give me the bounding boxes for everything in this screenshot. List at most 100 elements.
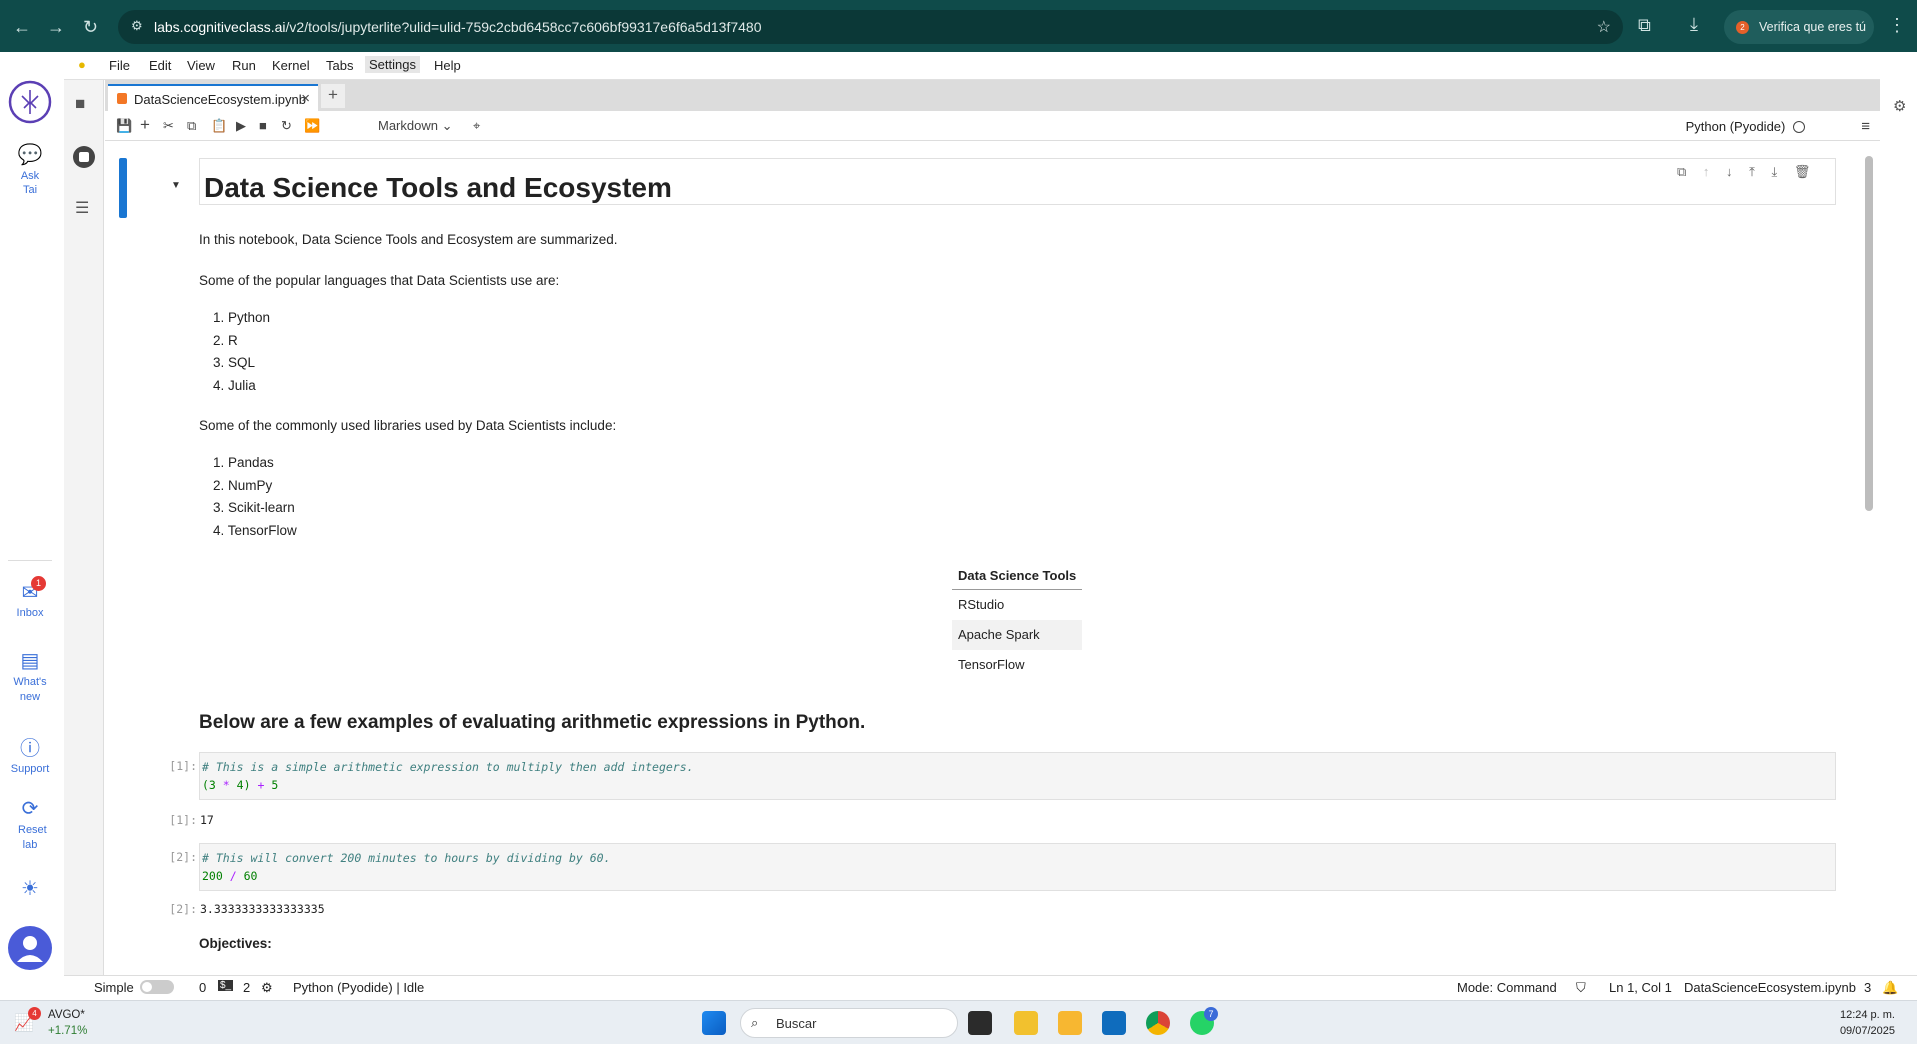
clock-time[interactable]: 12:24 p. m. (1840, 1009, 1895, 1021)
code-cell-1[interactable]: # This is a simple arithmetic expression… (199, 752, 1836, 800)
hamburger-menu-icon[interactable]: ≡ (1861, 118, 1870, 135)
save-icon[interactable]: 💾 (116, 118, 132, 134)
tab-notebook[interactable]: DataScienceEcosystem.ipynb × (108, 84, 318, 111)
inbox-badge: 1 (31, 576, 46, 591)
stop-icon[interactable]: ■ (259, 118, 267, 133)
libraries-intro: Some of the commonly used libraries used… (199, 418, 617, 433)
mode-indicator: Mode: Command (1457, 980, 1557, 995)
collapse-caret-icon[interactable]: ▼ (171, 180, 181, 191)
code-cell-2[interactable]: # This will convert 200 minutes to hours… (199, 843, 1836, 891)
reset-icon: ⟳ (21, 798, 39, 820)
support-button[interactable]: ⓘ Support (0, 732, 60, 775)
ask-tai-button[interactable]: 💬 Ask Tai (0, 142, 60, 197)
cursor-position[interactable]: Ln 1, Col 1 (1609, 980, 1672, 995)
menu-help[interactable]: Help (434, 58, 461, 73)
cell-type-select[interactable]: Markdown ⌄ (378, 118, 453, 134)
reload-icon[interactable]: ↻ (83, 17, 98, 38)
paste-icon[interactable]: 📋 (211, 118, 227, 134)
windows-taskbar: 📈 4 AVGO* +1.71% ⌕ Buscar 7 12:24 p. m. … (0, 1000, 1917, 1044)
list-item: 4. Julia (213, 377, 256, 393)
url-text[interactable]: labs.cognitiveclass.ai/v2/tools/jupyterl… (154, 19, 762, 35)
profile-verify-button[interactable]: 2 Verifica que eres tú (1724, 10, 1874, 44)
menu-file[interactable]: File (109, 58, 130, 73)
help-circle-icon: ⓘ (20, 738, 40, 760)
back-icon[interactable]: ← (13, 17, 31, 38)
run-icon[interactable]: ▶ (236, 118, 246, 134)
newspaper-icon: ▤ (20, 650, 40, 672)
property-inspector-icon[interactable]: ⚙ (1893, 97, 1906, 115)
theme-toggle[interactable]: ☀ (0, 876, 60, 903)
kernel-status[interactable]: Python (Pyodide) | Idle (293, 980, 424, 995)
reset-lab-button[interactable]: ⟳ Reset lab (0, 796, 60, 853)
download-icon[interactable]: ⤓ (1690, 14, 1698, 35)
cell-output: 17 (200, 813, 214, 827)
browser-chrome: ← → ↻ ⚙ labs.cognitiveclass.ai/v2/tools/… (0, 0, 1917, 52)
bookmark-star-icon[interactable]: ☆ (1597, 17, 1611, 37)
duplicate-icon[interactable]: ⧉ (1677, 164, 1686, 179)
status-bar: Simple 0 $_ 2 ⚙ Python (Pyodide) | Idle … (64, 975, 1917, 997)
site-info-icon[interactable]: ⚙ (131, 18, 143, 34)
outlook-icon[interactable] (1102, 1011, 1126, 1035)
move-down-icon[interactable]: ↓ (1726, 164, 1733, 179)
file-explorer-icon[interactable] (1058, 1011, 1082, 1035)
chrome-icon[interactable] (1146, 1011, 1170, 1035)
menu-settings[interactable]: Settings (365, 56, 420, 73)
run-all-icon[interactable]: ⏩ (304, 118, 320, 134)
lightbulb-icon[interactable]: ● (78, 57, 86, 72)
kernel-gear-icon[interactable]: ⚙ (261, 980, 273, 996)
cell-toolbar: ⧉ ↑ ↓ ⤒ ⤓ 🗑 (1677, 164, 1810, 180)
location-icon[interactable]: ⌖ (473, 118, 480, 134)
chevron-down-icon: ⌄ (441, 118, 453, 133)
insert-cell-icon[interactable]: + (140, 115, 150, 135)
menu-kernel[interactable]: Kernel (272, 58, 310, 73)
list-item: 4. TensorFlow (213, 522, 297, 538)
insert-above-icon[interactable]: ⤒ (1749, 164, 1755, 179)
scrollbar[interactable] (1865, 148, 1873, 966)
insert-below-icon[interactable]: ⤓ (1772, 164, 1778, 179)
status-filename: DataScienceEcosystem.ipynb (1684, 980, 1856, 995)
scroll-thumb[interactable] (1865, 156, 1873, 511)
stock-badge: 4 (28, 1007, 41, 1020)
whats-new-button[interactable]: ▤ What's new (0, 648, 60, 705)
avatar[interactable] (8, 926, 52, 970)
table-of-contents-icon[interactable]: ☰ (75, 198, 89, 218)
objectives-heading: Objectives: (199, 936, 272, 951)
notebook-toolbar: 💾 + ✂ ⧉ 📋 ▶ ■ ↻ ⏩ Markdown ⌄ ⌖ Python (P… (105, 111, 1880, 141)
table-header: Data Science Tools (952, 562, 1083, 590)
sticky-notes-icon[interactable] (1014, 1011, 1038, 1035)
folder-icon[interactable]: ■ (75, 94, 85, 114)
close-tab-icon[interactable]: × (301, 90, 310, 107)
menubar: ● File Edit View Run Kernel Tabs Setting… (64, 52, 1880, 80)
clock-date[interactable]: 09/07/2025 (1840, 1025, 1895, 1037)
kernel-name[interactable]: Python (Pyodide) (1686, 119, 1805, 134)
forward-icon[interactable]: → (47, 17, 65, 38)
chrome-menu-icon[interactable]: ⋮ (1888, 15, 1906, 36)
running-kernels-icon[interactable] (73, 146, 95, 168)
windows-start-icon[interactable] (702, 1011, 726, 1035)
taskbar-search[interactable]: ⌕ Buscar (740, 1008, 958, 1038)
delete-icon[interactable]: 🗑 (1794, 164, 1811, 179)
address-bar[interactable]: ⚙ labs.cognitiveclass.ai/v2/tools/jupyte… (118, 10, 1623, 44)
notification-count: 3 (1864, 980, 1872, 995)
simple-mode-label: Simple (94, 980, 134, 995)
restart-icon[interactable]: ↻ (281, 118, 292, 134)
simple-mode-toggle[interactable] (140, 980, 174, 994)
menu-edit[interactable]: Edit (149, 58, 171, 73)
libraries-list: 1. Pandas 2. NumPy 3. Scikit-learn 4. Te… (213, 455, 297, 545)
cut-icon[interactable]: ✂ (163, 118, 174, 134)
new-tab-button[interactable]: + (321, 84, 345, 108)
move-up-icon[interactable]: ↑ (1703, 164, 1710, 179)
extensions-icon[interactable]: ⧉ (1638, 15, 1651, 36)
active-cell-indicator (119, 158, 127, 218)
bell-icon[interactable]: 🔔 (1882, 980, 1898, 996)
terminal-icon[interactable]: $_ (218, 980, 234, 991)
menu-tabs[interactable]: Tabs (326, 58, 353, 73)
menu-view[interactable]: View (187, 58, 215, 73)
copy-icon[interactable]: ⧉ (187, 118, 196, 134)
menu-run[interactable]: Run (232, 58, 256, 73)
inbox-button[interactable]: ✉ 1 Inbox (0, 576, 60, 619)
arith-heading: Below are a few examples of evaluating a… (199, 712, 866, 733)
search-icon: ⌕ (751, 1015, 759, 1030)
task-view-icon[interactable] (968, 1011, 992, 1035)
list-item: 3. SQL (213, 355, 256, 370)
